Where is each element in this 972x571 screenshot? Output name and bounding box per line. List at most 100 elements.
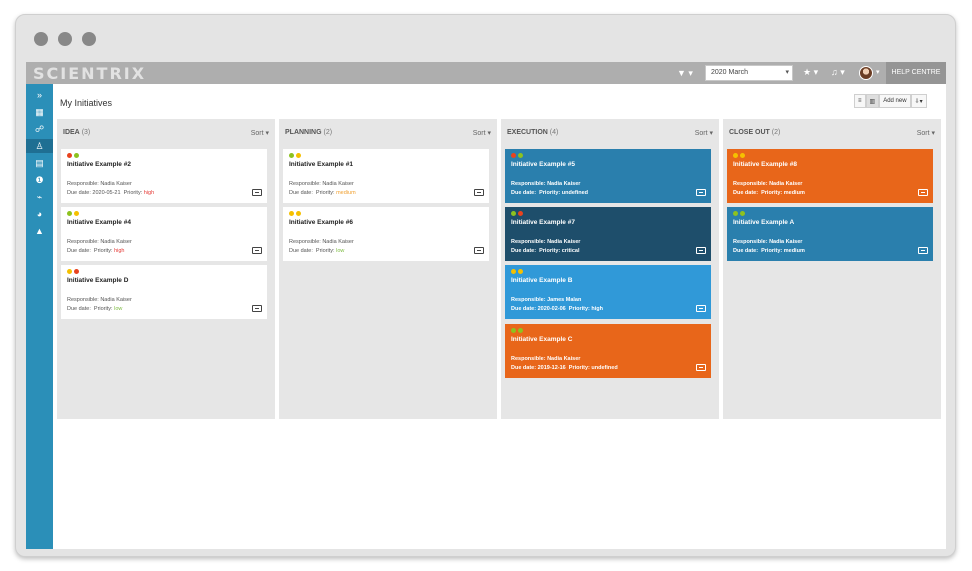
- initiative-card[interactable]: Initiative Example D Responsible: Nadia K…: [61, 265, 267, 319]
- responsible-label: Responsible:: [67, 297, 99, 303]
- card-details-icon[interactable]: [696, 305, 706, 312]
- priority-label: Priority:: [539, 248, 561, 254]
- card-details-icon[interactable]: [474, 189, 484, 196]
- status-light-icon: [67, 153, 72, 158]
- card-responsible: Responsible: Nadia Kaiser: [67, 297, 132, 303]
- due-date-label: Due date:: [733, 248, 759, 254]
- responsible-value: Nadia Kaiser: [547, 239, 581, 245]
- card-details-icon[interactable]: [252, 305, 262, 312]
- app: SCIENTRIX ▼ ▾ 2020 March ▾ ★ ▾ ♫ ▾ ▾ HEL…: [26, 62, 946, 549]
- status-lights: [733, 153, 745, 158]
- download-button[interactable]: ⇩▾: [910, 94, 927, 108]
- org-chart-icon[interactable]: ♙: [26, 139, 53, 153]
- card-details-icon[interactable]: [252, 247, 262, 254]
- responsible-label: Responsible:: [511, 356, 546, 362]
- initiative-card[interactable]: Initiative Example #8 Responsible: Nadia …: [727, 149, 933, 203]
- card-details-icon[interactable]: [252, 189, 262, 196]
- initiative-card[interactable]: Initiative Example #2 Responsible: Nadia …: [61, 149, 267, 203]
- initiative-card[interactable]: Initiative Example #7 Responsible: Nadia …: [505, 207, 711, 261]
- status-lights: [733, 211, 745, 216]
- card-details-icon[interactable]: [474, 247, 484, 254]
- status-light-icon: [289, 153, 294, 158]
- card-responsible: Responsible: Nadia Kaiser: [511, 356, 580, 362]
- pie-chart-icon[interactable]: ◕: [26, 207, 53, 221]
- status-lights: [511, 211, 523, 216]
- status-light-icon: [67, 269, 72, 274]
- status-light-icon: [511, 153, 516, 158]
- column-title: CLOSE OUT: [729, 129, 770, 136]
- initiative-card[interactable]: Initiative Example #4 Responsible: Nadia …: [61, 207, 267, 261]
- window-dot-minimize[interactable]: [58, 32, 72, 46]
- list-view-button[interactable]: ≡: [854, 94, 866, 108]
- window-controls: [34, 32, 96, 46]
- initiative-card[interactable]: Initiative Example B Responsible: James M…: [505, 265, 711, 319]
- expand-icon[interactable]: »: [26, 88, 53, 102]
- due-date-value: 2020-05-21: [92, 190, 121, 196]
- group-icon[interactable]: ☍: [26, 122, 53, 136]
- initiative-card[interactable]: Initiative Example #5 Responsible: Nadia …: [505, 149, 711, 203]
- sort-button[interactable]: Sort ▾: [917, 129, 935, 137]
- favorites-icon[interactable]: ★ ▾: [803, 67, 818, 78]
- sort-button[interactable]: Sort ▾: [695, 129, 713, 137]
- priority-label: Priority:: [539, 190, 561, 196]
- column-title: EXECUTION: [507, 129, 548, 136]
- status-light-icon: [511, 211, 516, 216]
- initiative-card[interactable]: Initiative Example #6 Responsible: Nadia …: [283, 207, 489, 261]
- chevron-down-icon: ▾: [785, 69, 789, 76]
- status-lights: [67, 153, 79, 158]
- responsible-value: Nadia Kaiser: [547, 356, 581, 362]
- window-dot-close[interactable]: [34, 32, 48, 46]
- status-lights: [511, 269, 523, 274]
- card-view-icon[interactable]: ▤: [26, 156, 53, 170]
- priority-value: low: [336, 248, 345, 254]
- due-date-label: Due date:: [511, 365, 537, 371]
- window-dot-maximize[interactable]: [82, 32, 96, 46]
- responsible-value: Nadia Kaiser: [769, 239, 803, 245]
- chevron-down-icon[interactable]: ▾: [876, 68, 880, 76]
- board-view-button[interactable]: ▥: [865, 94, 880, 108]
- column-planning: PLANNING (2) Sort ▾ Initiative Example #1 R…: [279, 119, 497, 419]
- card-details-icon[interactable]: [696, 247, 706, 254]
- help-centre-button[interactable]: HELP CENTRE: [886, 62, 946, 84]
- initiative-card[interactable]: Initiative Example C Responsible: Nadia K…: [505, 324, 711, 378]
- card-details-icon[interactable]: [696, 364, 706, 371]
- card-details-icon[interactable]: [918, 189, 928, 196]
- card-meta: Due date: Priority: undefined: [511, 190, 588, 196]
- priority-value: undefined: [591, 365, 618, 371]
- period-select[interactable]: 2020 March ▾: [705, 65, 793, 81]
- status-light-icon: [518, 153, 523, 158]
- filter-icon[interactable]: ▼ ▾: [677, 68, 693, 79]
- page-title: My Initiatives: [60, 98, 113, 108]
- card-meta: Due date: Priority: low: [289, 248, 344, 254]
- card-details-icon[interactable]: [918, 247, 928, 254]
- card-details-icon[interactable]: [696, 189, 706, 196]
- initiative-card[interactable]: Initiative Example #1 Responsible: Nadia …: [283, 149, 489, 203]
- warning-icon[interactable]: ▲: [26, 224, 53, 238]
- status-light-icon: [289, 211, 294, 216]
- responsible-label: Responsible:: [733, 181, 768, 187]
- card-meta: Due date: 2020-02-06 Priority: high: [511, 306, 603, 312]
- due-date-value: 2019-12-16: [537, 365, 566, 371]
- column-close-out: CLOSE OUT (2) Sort ▾ Initiative Example #8…: [723, 119, 941, 419]
- avatar[interactable]: [859, 66, 873, 80]
- responsible-value: Nadia Kaiser: [100, 181, 132, 187]
- column-count: (2): [771, 129, 781, 136]
- initiative-card[interactable]: Initiative Example A Responsible: Nadia K…: [727, 207, 933, 261]
- sort-button[interactable]: Sort ▾: [473, 129, 491, 137]
- status-light-icon: [511, 269, 516, 274]
- period-value: 2020 March: [711, 69, 748, 76]
- status-light-icon: [67, 211, 72, 216]
- card-meta: Due date: Priority: medium: [289, 190, 356, 196]
- card-title: Initiative Example #7: [511, 219, 575, 226]
- card-responsible: Responsible: Nadia Kaiser: [67, 239, 132, 245]
- grid-icon[interactable]: ▦: [26, 105, 53, 119]
- chart-icon[interactable]: ⌁: [26, 190, 53, 204]
- top-bar: SCIENTRIX ▼ ▾ 2020 March ▾ ★ ▾ ♫ ▾ ▾ HEL…: [26, 62, 946, 84]
- status-lights: [289, 211, 301, 216]
- add-new-button[interactable]: Add new: [879, 94, 911, 108]
- sort-button[interactable]: Sort ▾: [251, 129, 269, 137]
- priority-value: low: [114, 306, 123, 312]
- notifications-icon[interactable]: ♫ ▾: [831, 67, 845, 78]
- column-title: IDEA: [63, 129, 80, 136]
- help-circle-icon[interactable]: ❶: [26, 173, 53, 187]
